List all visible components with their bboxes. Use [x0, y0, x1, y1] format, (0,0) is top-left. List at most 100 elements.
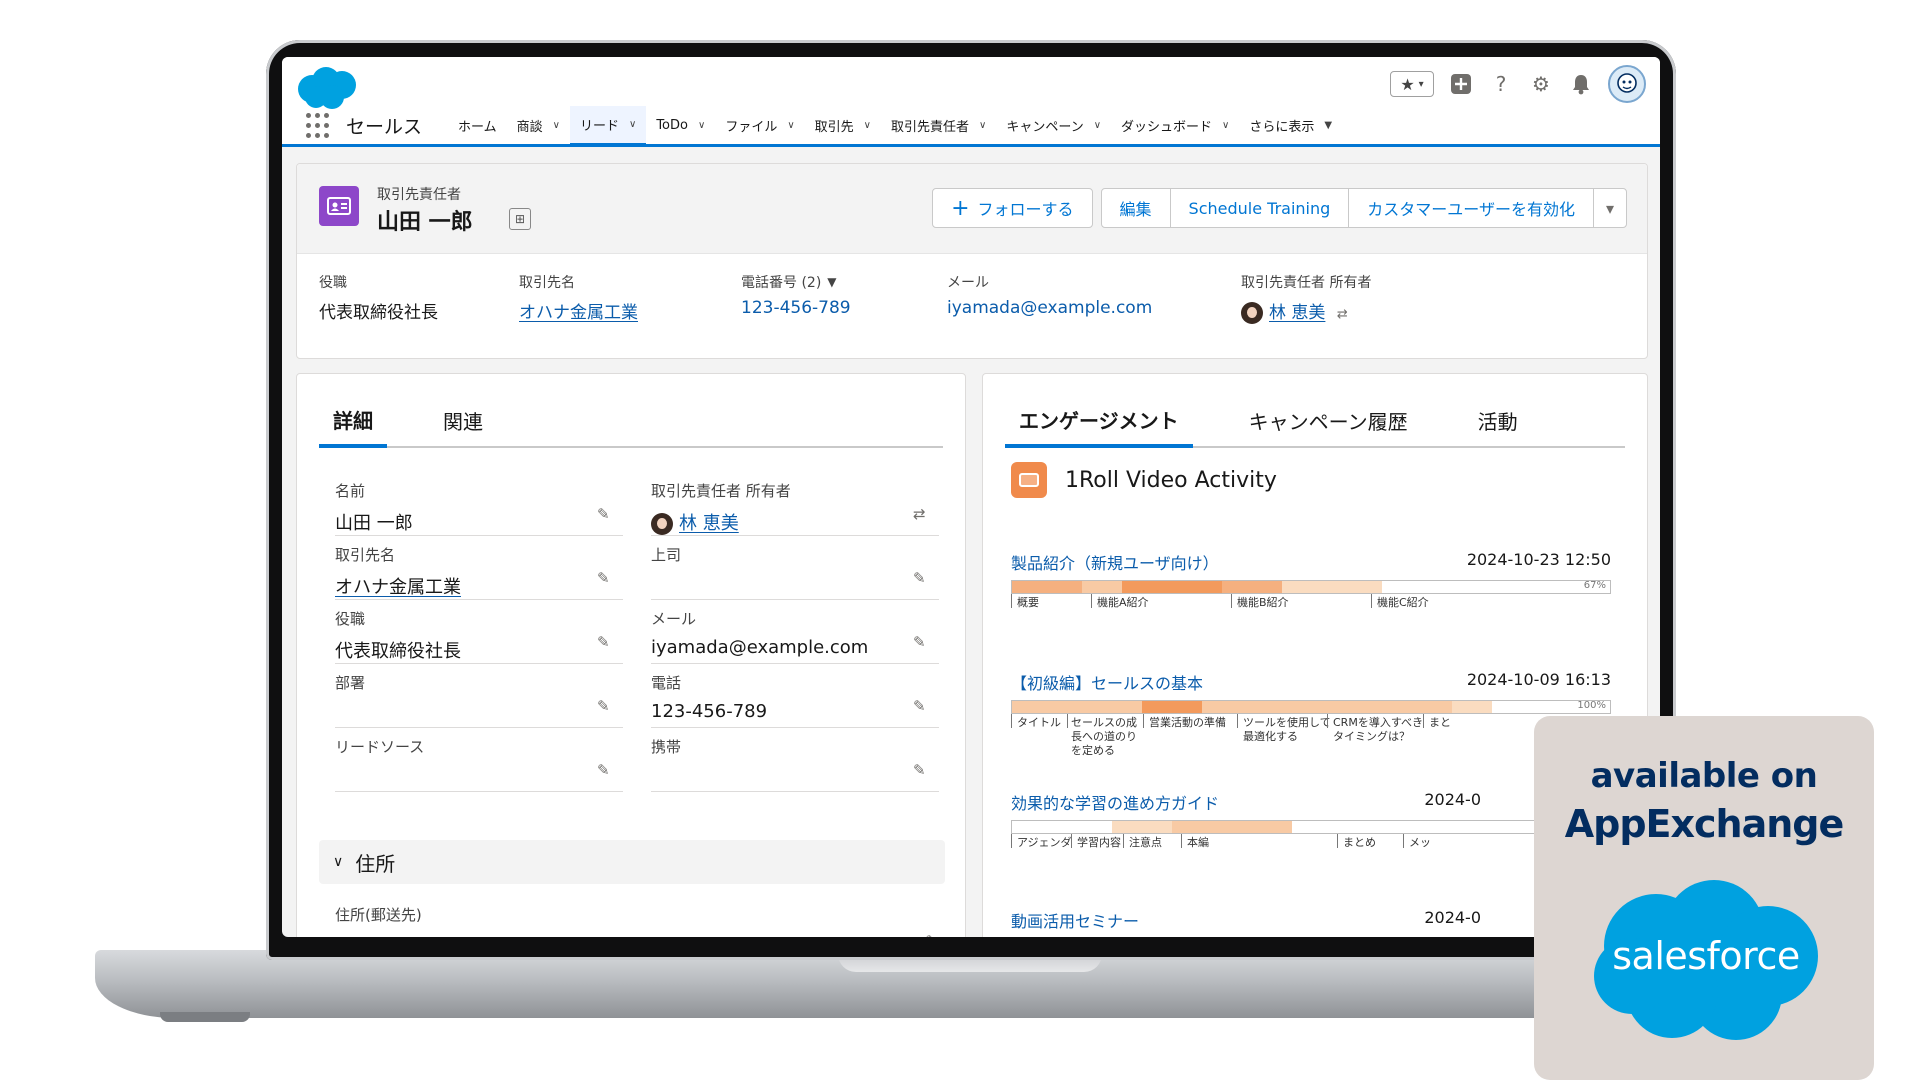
- owner-avatar: [1241, 302, 1263, 324]
- nav-item-4[interactable]: ファイル ∨: [715, 106, 804, 146]
- field-title: 役職 代表取締役社長 ✎: [335, 600, 623, 664]
- field-name: 名前 山田 一郎 ✎: [335, 472, 623, 536]
- bell-icon[interactable]: [1568, 71, 1594, 97]
- video-item: 製品紹介（新規ユーザ向け） 2024-10-23 12:50 67% 概要 機能…: [1011, 550, 1611, 638]
- appexchange-badge: available on AppExchange salesforce: [1534, 716, 1874, 1080]
- owner-link[interactable]: 林 恵美: [679, 513, 739, 534]
- edit-pencil-icon[interactable]: ✎: [913, 761, 931, 779]
- chevron-down-icon[interactable]: ∨: [864, 120, 871, 131]
- global-add-icon[interactable]: [1448, 71, 1474, 97]
- action-button-group: 編集 Schedule Training カスタマーユーザーを有効化 ▾: [1100, 188, 1627, 228]
- tab-engagement[interactable]: エンゲージメント: [1005, 394, 1193, 448]
- edit-pencil-icon[interactable]: ✎: [597, 505, 615, 523]
- video-title-link[interactable]: 【初級編】セールスの基本: [1011, 670, 1203, 694]
- video-title-link[interactable]: 効果的な学習の進め方ガイド: [1011, 790, 1219, 814]
- app-launcher-icon[interactable]: [306, 112, 332, 139]
- navigation-bar: セールス ホーム 商談 ∨ リード ∨ ToDo ∨ ファイル ∨ 取引先 ∨ 取引先責任者 ∨ キャンペ…: [282, 105, 1660, 147]
- video-title-link[interactable]: 動画活用セミナー: [1011, 908, 1139, 932]
- video-chapters: タイトル セールスの成長への道のりを定める 営業活動の準備 ツールを使用して最適…: [1011, 714, 1611, 770]
- plus-icon: +: [951, 195, 970, 221]
- owner-avatar: [651, 513, 673, 535]
- edit-button[interactable]: 編集: [1100, 188, 1171, 228]
- field-account: 取引先名 オハナ金属工業 ✎: [335, 536, 623, 600]
- chevron-down-icon[interactable]: ∨: [553, 120, 560, 131]
- more-actions-chevron-down-icon[interactable]: ▾: [1592, 188, 1627, 228]
- nav-item-2[interactable]: リード ∨: [569, 105, 647, 146]
- favorites-star-icon[interactable]: ★ ▾: [1390, 71, 1434, 97]
- edit-pencil-icon[interactable]: ✎: [597, 633, 615, 651]
- video-date: 2024-10-23 12:50: [1466, 550, 1611, 569]
- chevron-down-icon[interactable]: ∨: [1222, 120, 1229, 131]
- gear-icon[interactable]: ⚙: [1528, 71, 1554, 97]
- details-panel: 詳細 関連 名前 山田 一郎 ✎ 取引先責任者 所有者 林 恵美 ⇄ 取引先名 …: [296, 373, 966, 937]
- edit-pencil-icon[interactable]: ✎: [913, 569, 931, 587]
- tab-campaign-history[interactable]: キャンペーン履歴: [1235, 394, 1422, 446]
- highlight-account: 取引先名 オハナ金属工業: [519, 275, 638, 323]
- enable-customer-user-button[interactable]: カスタマーユーザーを有効化: [1348, 188, 1594, 228]
- highlight-fields: 役職 代表取締役社長 取引先名 オハナ金属工業 電話番号 (2) ▼ 123-4…: [297, 254, 1647, 358]
- owner-link[interactable]: 林 恵美: [1269, 303, 1325, 323]
- chevron-down-icon[interactable]: ▼: [827, 275, 836, 289]
- edit-pencil-icon[interactable]: ✎: [913, 633, 931, 651]
- follow-button[interactable]: + フォローする: [932, 188, 1093, 228]
- nav-item-5[interactable]: 取引先 ∨: [805, 106, 881, 146]
- edit-pencil-icon[interactable]: ✎: [925, 932, 943, 937]
- chevron-down-icon[interactable]: ∨: [787, 120, 794, 131]
- phone-link[interactable]: 123-456-789: [741, 298, 851, 318]
- contact-record-icon: [319, 186, 359, 226]
- schedule-training-button[interactable]: Schedule Training: [1169, 188, 1350, 228]
- video-title-link[interactable]: 製品紹介（新規ユーザ向け）: [1011, 550, 1219, 574]
- video-progress-bar: [1011, 820, 1611, 834]
- field-department: 部署 ✎: [335, 664, 623, 728]
- details-tabs: 詳細 関連: [319, 394, 943, 448]
- account-link[interactable]: オハナ金属工業: [519, 298, 638, 323]
- tab-related[interactable]: 関連: [429, 394, 497, 446]
- nav-item-6[interactable]: 取引先責任者 ∨: [881, 106, 996, 146]
- user-avatar[interactable]: [1608, 65, 1646, 103]
- badge-line1: available on: [1590, 756, 1818, 796]
- mailing-address-label: 住所(郵送先): [335, 906, 422, 924]
- address-section-toggle[interactable]: ∨ 住所: [319, 840, 945, 884]
- edit-pencil-icon[interactable]: ✎: [597, 569, 615, 587]
- highlight-email: メール iyamada@example.com: [947, 275, 1153, 318]
- change-owner-icon[interactable]: ⇄: [913, 505, 931, 523]
- tab-details[interactable]: 詳細: [319, 394, 387, 448]
- chevron-down-icon[interactable]: ▼: [1324, 120, 1332, 131]
- video-activity-icon: [1011, 462, 1047, 498]
- tab-activity[interactable]: 活動: [1464, 394, 1532, 446]
- nav-item-1[interactable]: 商談 ∨: [507, 106, 570, 146]
- email-link[interactable]: iyamada@example.com: [947, 298, 1152, 318]
- salesforce-cloud-icon[interactable]: [292, 65, 362, 111]
- phone-link[interactable]: 123-456-789: [651, 701, 939, 722]
- email-link[interactable]: iyamada@example.com: [651, 637, 939, 658]
- account-link[interactable]: オハナ金属工業: [335, 573, 623, 599]
- edit-pencil-icon[interactable]: ✎: [597, 697, 615, 715]
- field-reports-to: 上司 ✎: [651, 536, 939, 600]
- chevron-down-icon: ∨: [333, 854, 344, 870]
- edit-pencil-icon[interactable]: ✎: [913, 697, 931, 715]
- video-item: 効果的な学習の進め方ガイド 2024-0 アジェンダ 学習内容 注意点 本編 ま…: [1011, 790, 1611, 878]
- change-owner-icon[interactable]: ⇄: [1337, 307, 1348, 322]
- chevron-down-icon[interactable]: ∨: [629, 119, 636, 130]
- badge-line2: AppExchange: [1564, 802, 1845, 846]
- nav-item-7[interactable]: キャンペーン ∨: [996, 106, 1111, 146]
- nav-item-0[interactable]: ホーム: [448, 106, 507, 146]
- video-progress-bar: 67%: [1011, 580, 1611, 594]
- field-mobile: 携帯 ✎: [651, 728, 939, 792]
- highlight-title: 役職 代表取締役社長: [319, 275, 438, 323]
- chevron-down-icon[interactable]: ∨: [979, 120, 986, 131]
- edit-pencil-icon[interactable]: ✎: [597, 761, 615, 779]
- hierarchy-icon[interactable]: ⊞: [509, 208, 531, 230]
- nav-item-8[interactable]: ダッシュボード ∨: [1111, 106, 1239, 146]
- record-highlights: 取引先責任者 山田 一郎 ⊞ + フォローする 編集 Schedule Trai…: [296, 163, 1648, 359]
- app-name: セールス: [346, 116, 423, 138]
- highlight-phone: 電話番号 (2) ▼ 123-456-789: [741, 275, 851, 318]
- record-type: 取引先責任者: [377, 187, 461, 203]
- nav-item-9[interactable]: さらに表示 ▼: [1239, 106, 1342, 146]
- nav-item-3[interactable]: ToDo ∨: [646, 106, 715, 146]
- help-icon[interactable]: ?: [1488, 71, 1514, 97]
- chevron-down-icon[interactable]: ∨: [698, 120, 705, 131]
- video-progress-percent: 100%: [1577, 700, 1606, 711]
- video-date: 2024-0: [1424, 790, 1481, 809]
- chevron-down-icon[interactable]: ∨: [1094, 120, 1101, 131]
